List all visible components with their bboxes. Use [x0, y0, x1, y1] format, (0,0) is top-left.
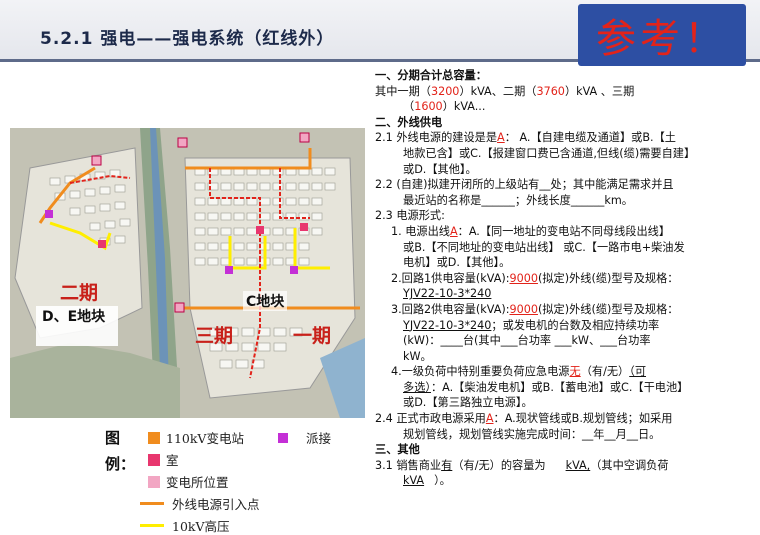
item-2-3-3-line4: kW。: [403, 349, 432, 363]
circuit2-cable-spec: YJV22-10-3*240: [403, 318, 492, 332]
item-2-3-4-line3: 或D.【第三路独立电源】。: [403, 396, 533, 410]
hv-line: [140, 524, 164, 527]
phase2-capacity: 3760: [536, 84, 565, 98]
item-2-2-line2: 最近站的名称是______；外线长度______km。: [403, 193, 633, 207]
item-2-3-1-line3: 电机】或D.【其他】。: [403, 256, 511, 270]
answer-3-1: 有: [441, 458, 453, 472]
map-label-phase3: 三期: [195, 325, 234, 347]
phase1-capacity: 3200: [430, 84, 460, 98]
substation-swatch: [148, 431, 160, 444]
item-2-3-4-line2: 多选）：A.【柴油发电机】或B.【蓄电池】或C.【干电池】: [403, 380, 689, 394]
legend-item-room: 室: [148, 450, 179, 469]
circuit1-cable-spec: YJV22-10-3*240: [403, 287, 492, 301]
legend-title-top: 图: [105, 429, 121, 447]
circuit2-capacity: 9000: [509, 302, 538, 316]
circuit1-capacity: 9000: [509, 271, 538, 285]
tap-swatch: [278, 432, 288, 443]
item-2-1-line2: 地款已含】或C.【报建窗口费已含通道,但线(缆)需要自建】: [403, 146, 696, 160]
legend-label-substation-location: 变电所位置: [166, 475, 229, 490]
item-2-3-3: 3.回路2供电容量(kVA):9000(拟定)外线(缆)型号及规格：: [391, 302, 679, 316]
legend-label-substation: 110kV变电站: [166, 431, 244, 446]
item-2-4-line2: 规划管线，规划管线实施完成时间：__年__月__日。: [403, 427, 661, 441]
legend-label-entry-point: 外线电源引入点: [172, 497, 260, 512]
answer-2-1: A: [497, 131, 505, 145]
phase3-capacity: 1600: [414, 100, 443, 114]
legend-item-entry-point: 外线电源引入点: [140, 494, 260, 513]
map-label-de-box: D、E地块: [36, 306, 118, 346]
item-3-1-line2: kVA）。: [403, 474, 451, 488]
reference-stamp: 参考！: [578, 4, 746, 66]
section-3-title: 三、其他: [375, 443, 420, 457]
legend-label-tap: 派接: [306, 431, 332, 446]
room-swatch: [148, 453, 160, 466]
entry-point-line: [140, 502, 164, 505]
legend-title-bottom: 例：: [105, 455, 136, 473]
map-legend: 图 例： 110kV变电站 派接 室 变电所位置 外线电源引入点 10kV高压: [100, 425, 370, 535]
map-label-c: C地块: [243, 291, 288, 311]
item-2-1: 2.1 外线电源的建设是是A： A.【自建电缆及通道】或B.【土: [375, 131, 676, 145]
item-2-3-1-line2: 或B.【不同地址的变电站出线】 或C.【一路市电+柴油发: [403, 240, 685, 254]
answer-2-4: A: [485, 412, 494, 426]
item-2-3-3-line2: YJV22-10-3*240；或发电机的台数及相应持续功率: [403, 318, 660, 332]
item-2-3-4: 4.一级负荷中特别重要负荷应急电源无（有/无）（可: [391, 365, 647, 379]
capacity-line-2: （1600）kVA...: [403, 100, 486, 114]
answer-emergency-source: 无: [569, 365, 581, 379]
legend-item-substation: 110kV变电站: [148, 428, 244, 447]
map-label-phase2: 二期: [60, 282, 99, 304]
site-plan-graphic: [10, 128, 365, 418]
legend-item-tap: 派接: [278, 428, 331, 447]
item-2-3-2-line2: YJV22-10-3*240: [375, 286, 755, 302]
legend-label-hv: 10kV高压: [172, 519, 230, 534]
spec-text: 一、分期合计总容量： 其中一期（3200）kVA、二期（3760）kVA 、三期…: [375, 68, 755, 489]
item-2-3-title: 2.3 电源形式:: [375, 209, 445, 223]
item-2-1-line3: 或D.【其他】。: [403, 162, 477, 176]
substation-location-swatch: [148, 475, 160, 488]
legend-item-hv: 10kV高压: [140, 516, 230, 535]
capacity-line-1: 其中一期（3200）kVA、二期（3760）kVA 、三期: [375, 84, 635, 98]
site-plan-map: 二期 D、E地块 C地块 三期 一期: [10, 128, 365, 418]
item-2-2: 2.2 (自建)拟建开闭所的上级站有__处；其中能满足需求并且: [375, 178, 674, 192]
item-2-4: 2.4 正式市政电源采用A：A.现状管线或B.规划管线；如采用: [375, 412, 673, 426]
item-2-3-3-line3: (kW)：____台(其中___台功率 ___kW、___台功率: [403, 334, 651, 348]
item-3-1: 3.1 销售商业有（有/无）的容量为 kVA,（其中空调负荷: [375, 458, 669, 472]
item-2-3-1: 1. 电源出线A：A.【同一地址的变电站不同母线段出线】: [391, 224, 671, 238]
item-2-3-2: 2.回路1供电容量(kVA):9000(拟定)外线(缆)型号及规格：: [391, 271, 679, 285]
legend-label-room: 室: [166, 453, 179, 468]
answer-2-3-1: A: [449, 224, 458, 238]
section-2-title: 二、外线供电: [375, 115, 443, 129]
legend-item-substation-location: 变电所位置: [148, 472, 229, 491]
map-label-de: D、E地块: [42, 309, 106, 325]
section-1-title: 一、分期合计总容量：: [375, 69, 487, 82]
map-label-phase1: 一期: [293, 325, 332, 347]
slide-title: 5.2.1 强电——强电系统（红线外）: [40, 29, 335, 49]
